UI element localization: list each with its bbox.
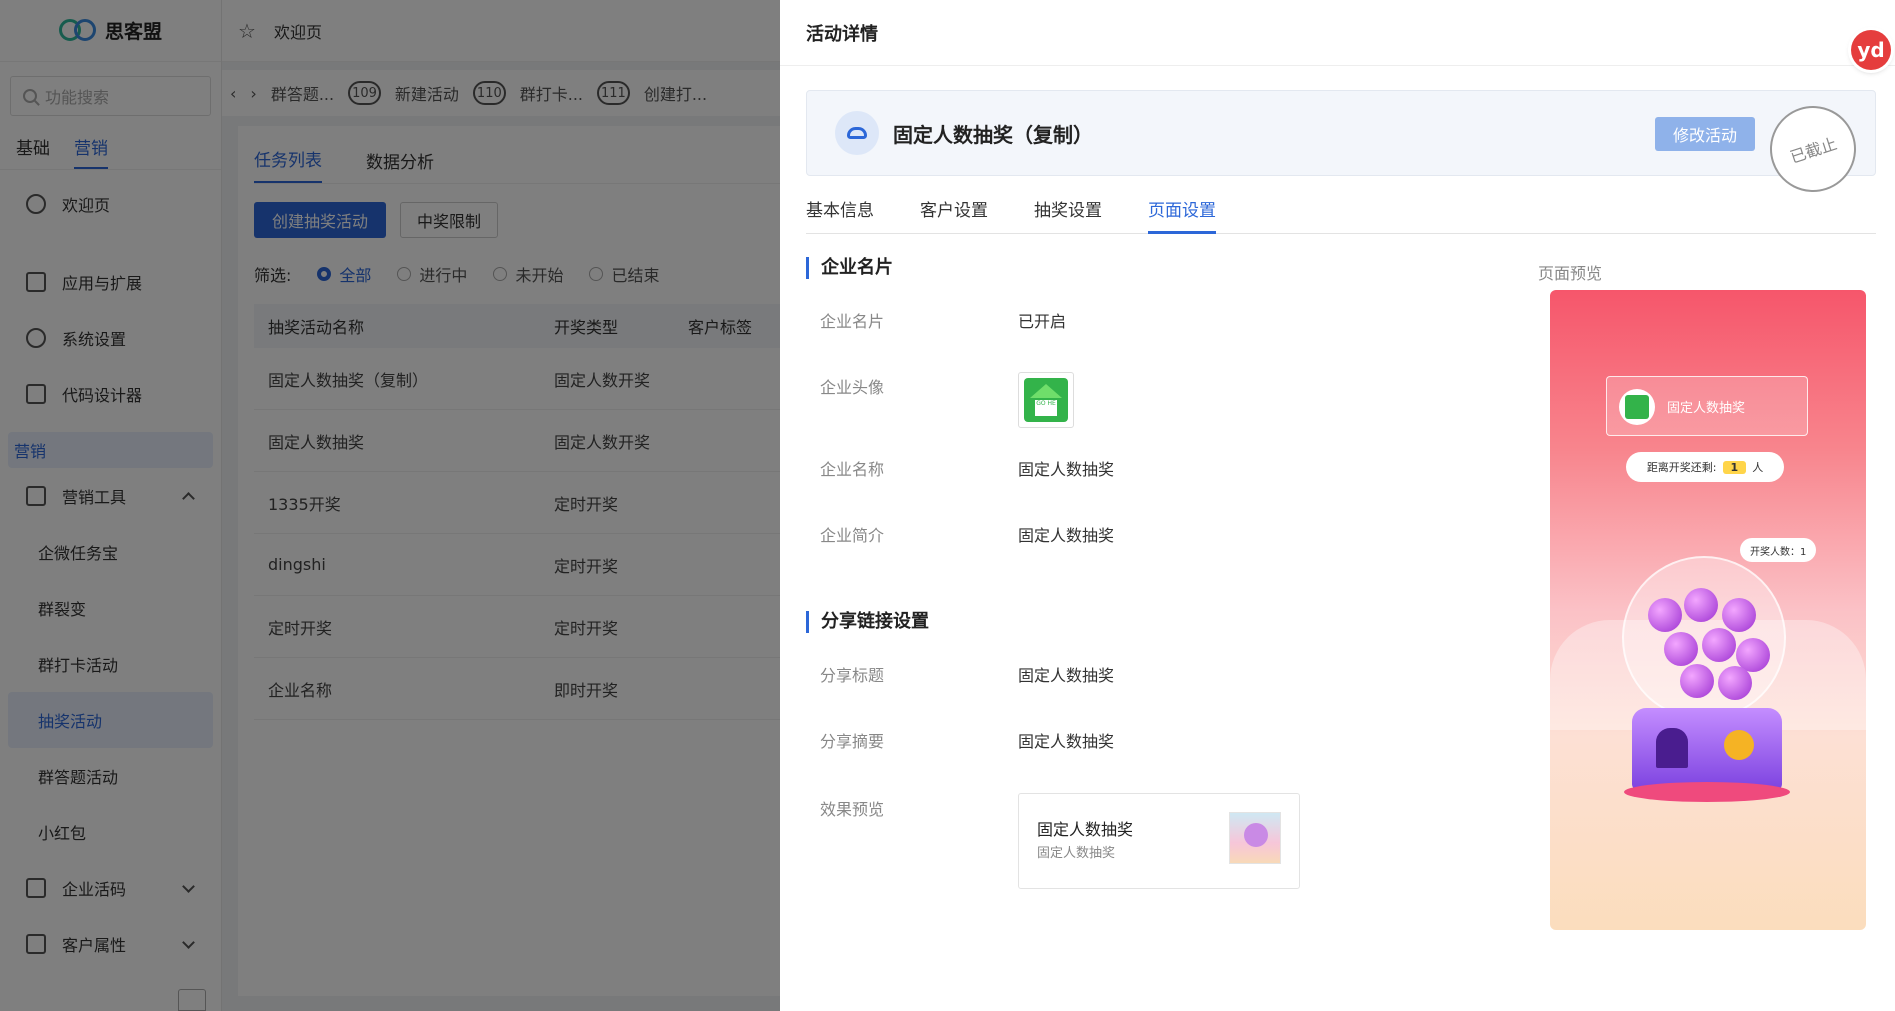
detail-tabs: 基本信息 客户设置 抽奖设置 页面设置 [806,196,1876,234]
countdown-unit: 人 [1752,461,1764,474]
field-value: 固定人数抽奖 [1018,460,1115,479]
share-card-title: 固定人数抽奖 [1037,820,1134,839]
preview-company-name: 固定人数抽奖 [1667,401,1746,416]
activity-banner: 固定人数抽奖（复制） 修改活动 [806,90,1876,176]
page-preview-label: 页面预览 [1538,264,1603,283]
field-value: 已开启 [1018,312,1067,331]
share-thumbnail [1229,812,1281,864]
preview-countdown: 距离开奖还剩: 1 人 [1626,452,1784,482]
yd-avatar-icon[interactable]: yd [1851,30,1891,70]
gacha-globe-image [1622,556,1786,720]
field-label: 分享标题 [820,666,885,685]
modal-overlay[interactable] [0,0,780,1011]
preview-avatar [1619,389,1655,425]
field-label: 效果预览 [820,800,885,819]
field-label: 企业简介 [820,526,885,545]
gacha-ball [1684,588,1718,622]
field-label: 分享摘要 [820,732,885,751]
page-preview-phone: 固定人数抽奖 距离开奖还剩: 1 人 开奖人数：1 [1550,290,1866,930]
tab-basic-info[interactable]: 基本信息 [806,196,874,234]
preview-company-card: 固定人数抽奖 [1606,376,1808,436]
gacha-ball [1722,598,1756,632]
gacha-ball [1702,628,1736,662]
gacha-ball [1648,598,1682,632]
section-title-company-card: 企业名片 [806,257,893,279]
gacha-ball [1680,664,1714,698]
gacha-ball [1664,632,1698,666]
activity-name: 固定人数抽奖（复制） [893,123,1093,147]
field-value: 固定人数抽奖 [1018,666,1115,685]
gacha-machine-foot [1624,782,1790,802]
section-title-share-link: 分享链接设置 [806,611,929,633]
edit-activity-button[interactable]: 修改活动 [1655,117,1756,151]
tab-page-settings[interactable]: 页面设置 [1148,196,1216,234]
group-icon [835,111,879,155]
gacha-machine-base [1632,708,1782,790]
field-label: 企业名片 [820,312,885,331]
gacha-ball [1718,666,1752,700]
field-label: 企业头像 [820,378,885,397]
drawer-title: 活动详情 [780,0,1895,66]
share-preview-card: 固定人数抽奖 固定人数抽奖 [1018,793,1300,889]
company-avatar [1018,372,1074,428]
activity-detail-drawer: 活动详情 yd 固定人数抽奖（复制） 修改活动 基本信息 客户设置 抽奖设置 页… [780,0,1895,1011]
share-card-summary: 固定人数抽奖 [1037,846,1116,861]
preview-draw-count: 开奖人数：1 [1740,538,1817,562]
coin-icon [1724,730,1754,760]
countdown-value: 1 [1722,460,1747,474]
tab-lottery-settings[interactable]: 抽奖设置 [1034,196,1102,234]
gacha-door [1656,728,1688,768]
countdown-label: 距离开奖还剩: [1646,461,1717,474]
tab-customer-settings[interactable]: 客户设置 [920,196,988,234]
field-value: 固定人数抽奖 [1018,526,1115,545]
company-logo-icon [1024,378,1068,422]
field-label: 企业名称 [820,460,885,479]
field-value: 固定人数抽奖 [1018,732,1115,751]
